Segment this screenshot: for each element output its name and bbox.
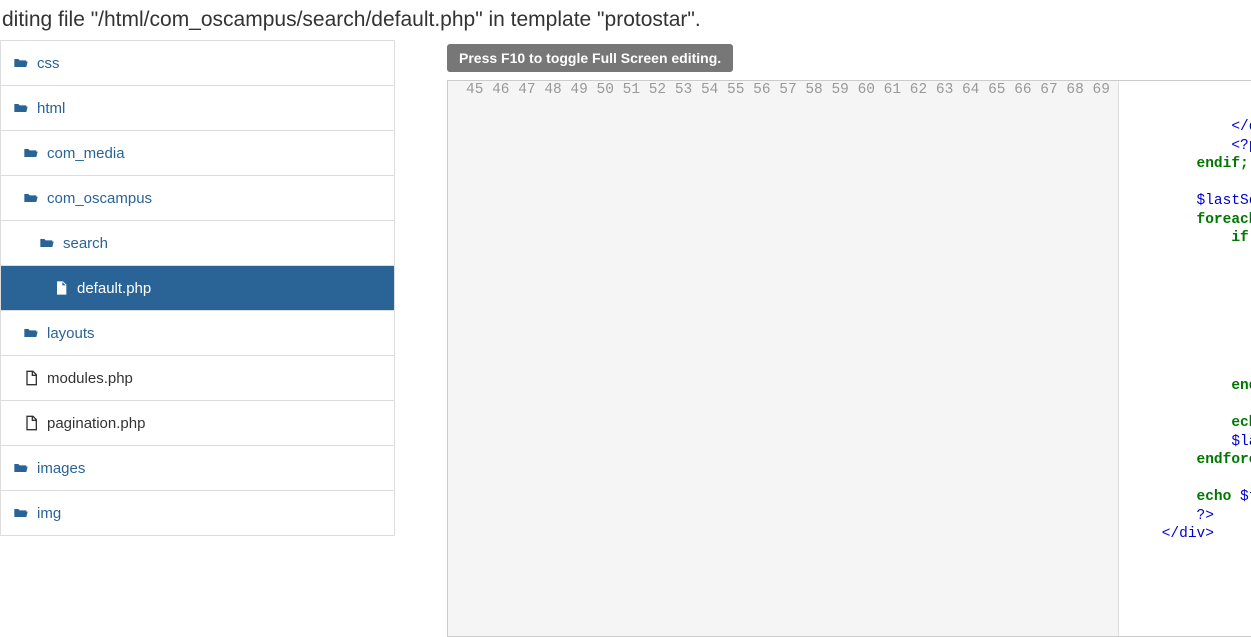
- tree-label: com_oscampus: [47, 190, 152, 207]
- tree-label: pagination.php: [47, 415, 145, 432]
- tree-file-modules-php[interactable]: modules.php: [1, 356, 394, 401]
- tree-label: layouts: [47, 325, 95, 342]
- tree-folder-css[interactable]: css: [1, 41, 394, 86]
- tree-folder-com-media[interactable]: com_media: [1, 131, 394, 176]
- tree-folder-img[interactable]: img: [1, 491, 394, 536]
- tree-file-pagination-php[interactable]: pagination.php: [1, 401, 394, 446]
- tree-folder-search[interactable]: search: [1, 221, 394, 266]
- tree-label: modules.php: [47, 370, 133, 387]
- tree-file-default-php[interactable]: default.php: [1, 266, 394, 311]
- tree-label: search: [63, 235, 108, 252]
- page-title: diting file "/html/com_oscampus/search/d…: [0, 0, 1251, 40]
- tree-folder-html[interactable]: html: [1, 86, 394, 131]
- tree-label: com_media: [47, 145, 125, 162]
- tree-label: html: [37, 100, 65, 117]
- code-content[interactable]: <?php echo JText::_('COM_OSCAMPUS_SEARCH…: [1119, 81, 1251, 636]
- tree-folder-com-oscampus[interactable]: com_oscampus: [1, 176, 394, 221]
- code-editor[interactable]: 45 46 47 48 49 50 51 52 53 54 55 56 57 5…: [447, 80, 1251, 637]
- fullscreen-hint: Press F10 to toggle Full Screen editing.: [447, 44, 733, 72]
- tree-label: images: [37, 460, 85, 477]
- tree-folder-images[interactable]: images: [1, 446, 394, 491]
- tree-label: css: [37, 55, 60, 72]
- tree-label: img: [37, 505, 61, 522]
- line-gutter: 45 46 47 48 49 50 51 52 53 54 55 56 57 5…: [448, 81, 1119, 636]
- tree-folder-layouts[interactable]: layouts: [1, 311, 394, 356]
- tree-label: default.php: [77, 280, 151, 297]
- file-tree: css html com_media com_oscampus search d…: [0, 40, 395, 637]
